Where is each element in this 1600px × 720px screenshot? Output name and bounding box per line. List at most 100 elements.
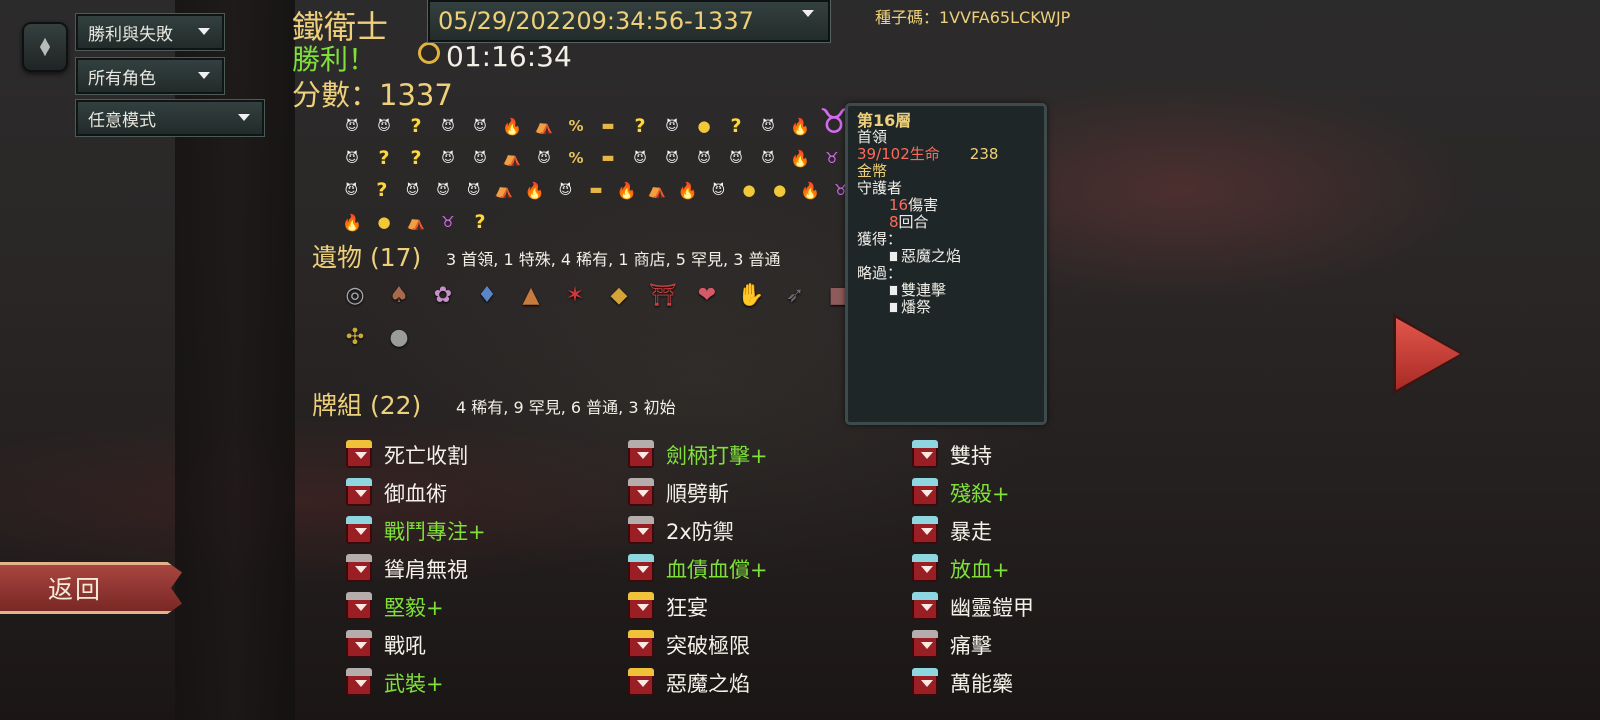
boss-node-icon[interactable]: ♉ [816,145,848,171]
deck-column: 死亡收割御血術戰鬥專注+ 聳肩無視 堅毅+ 戰吼 武裝+ [346,436,486,702]
treasure-node-icon[interactable]: ● [688,113,720,139]
deck-card-row[interactable]: 惡魔之焰 [628,664,768,702]
monster-node-icon[interactable]: 😈 [458,177,489,203]
deck-card-row[interactable]: 暴走 [912,512,1034,550]
deck-card-row[interactable]: 劍柄打擊+ [628,436,768,474]
mode-filter-dropdown[interactable]: 任意模式 [75,99,265,137]
vajra-relic-icon[interactable]: ✣ [336,318,374,356]
monster-node-icon[interactable]: 😈 [720,145,752,171]
monster-node-icon[interactable]: 😈 [688,145,720,171]
deck-card-row[interactable]: 幽靈鎧甲 [912,588,1034,626]
card-name: 御血術 [384,482,447,506]
boss-node-icon[interactable]: ♉ [432,209,464,235]
monster-node-icon[interactable]: 😈 [428,177,459,203]
next-run-arrow-button[interactable] [1396,318,1460,390]
candy-relic-icon[interactable]: ❤ [688,276,726,314]
deck-card-row[interactable]: 順劈斬 [628,474,768,512]
turnip-relic-icon[interactable]: ✿ [424,276,462,314]
card-rarity-icon [912,592,938,620]
unknown-node-icon[interactable]: ? [624,113,656,139]
elite-node-icon[interactable]: 🔥 [784,145,816,171]
return-button[interactable]: 返回 [0,562,182,614]
chest-node-icon[interactable]: ▬ [581,177,612,203]
treasure-node-icon[interactable]: ● [734,177,765,203]
sidebar-toggle-button[interactable] [22,22,68,72]
character-filter-dropdown[interactable]: 所有角色 [75,57,225,95]
monster-node-icon[interactable]: 😈 [703,177,734,203]
chest-node-icon[interactable]: ▬ [592,113,624,139]
deck-card-row[interactable]: 殘殺+ [912,474,1034,512]
deck-card-row[interactable]: 堅毅+ [346,588,486,626]
tooltip-obtained-label: 獲得： [857,230,903,248]
unknown-node-icon[interactable]: ? [367,177,398,203]
elite-node-icon[interactable]: 🔥 [673,177,704,203]
run-select-dropdown[interactable]: 05/29/202209:34:56-1337 [427,0,831,43]
unknown-node-icon[interactable]: ? [400,113,432,139]
stone-relic-icon[interactable]: ● [380,318,418,356]
deck-card-row[interactable]: 御血術 [346,474,486,512]
deck-card-row[interactable]: 狂宴 [628,588,768,626]
elite-node-icon[interactable]: 🔥 [611,177,642,203]
rest-node-icon[interactable]: ⛺ [642,177,673,203]
unknown-node-icon[interactable]: ? [368,145,400,171]
bag-relic-icon[interactable]: ♦ [468,276,506,314]
monster-node-icon[interactable]: 😈 [656,113,688,139]
deck-card-row[interactable]: 放血+ [912,550,1034,588]
tooltip-turns-label: 回合 [898,213,929,231]
deck-card-row[interactable]: 死亡收割 [346,436,486,474]
monster-node-icon[interactable]: 😈 [432,145,464,171]
monster-node-icon[interactable]: 😈 [336,177,367,203]
unknown-node-icon[interactable]: ? [720,113,752,139]
outcome-filter-dropdown[interactable]: 勝利與失敗 [75,13,225,51]
shop-node-icon[interactable]: % [560,113,592,139]
rest-node-icon[interactable]: ⛺ [489,177,520,203]
deck-card-row[interactable]: 戰鬥專注+ [346,512,486,550]
rest-node-icon[interactable]: ⛺ [528,113,560,139]
rest-node-icon[interactable]: ⛺ [400,209,432,235]
monster-node-icon[interactable]: 😈 [432,113,464,139]
claw-relic-icon[interactable]: ✋ [732,276,770,314]
monster-node-icon[interactable]: 😈 [752,113,784,139]
shop-node-icon[interactable]: % [560,145,592,171]
deck-card-row[interactable]: 痛擊 [912,626,1034,664]
deck-card-row[interactable]: 雙持 [912,436,1034,474]
deck-card-row[interactable]: 突破極限 [628,626,768,664]
monster-node-icon[interactable]: 😈 [397,177,428,203]
treasure-node-icon[interactable]: ● [764,177,795,203]
deck-card-row[interactable]: 2x防禦 [628,512,768,550]
kunai-relic-icon[interactable]: ➶ [776,276,814,314]
deck-card-row[interactable]: 武裝+ [346,664,486,702]
monster-node-icon[interactable]: 😈 [336,145,368,171]
ring-relic-icon[interactable]: ◎ [336,276,374,314]
monster-node-icon[interactable]: 😈 [464,113,496,139]
elite-node-icon[interactable]: 🔥 [336,209,368,235]
deck-column: 雙持 殘殺+ 暴走 放血+ 幽靈鎧甲 痛擊 萬能藥 [912,436,1034,702]
unknown-node-icon[interactable]: ? [464,209,496,235]
monster-node-icon[interactable]: 😈 [336,113,368,139]
monster-node-icon[interactable]: 😈 [550,177,581,203]
hat-relic-icon[interactable]: ♠ [380,276,418,314]
horn-relic-icon[interactable]: ✶ [556,276,594,314]
pyramid-relic-icon[interactable]: ▲ [512,276,550,314]
deck-card-row[interactable]: 萬能藥 [912,664,1034,702]
monster-node-icon[interactable]: 😈 [752,145,784,171]
monster-node-icon[interactable]: 😈 [656,145,688,171]
monster-node-icon[interactable]: 😈 [368,113,400,139]
deck-card-row[interactable]: 戰吼 [346,626,486,664]
torii-relic-icon[interactable]: ⛩ [644,276,682,314]
elite-node-icon[interactable]: 🔥 [496,113,528,139]
deck-card-row[interactable]: 血債血償+ [628,550,768,588]
monster-node-icon[interactable]: 😈 [528,145,560,171]
elite-node-icon[interactable]: 🔥 [795,177,826,203]
shield-relic-icon[interactable]: ◆ [600,276,638,314]
monster-node-icon[interactable]: 😈 [464,145,496,171]
rest-node-icon[interactable]: ⛺ [496,145,528,171]
tooltip-gold-value: 238 [969,145,999,163]
deck-card-row[interactable]: 聳肩無視 [346,550,486,588]
elite-node-icon[interactable]: 🔥 [520,177,551,203]
unknown-node-icon[interactable]: ? [400,145,432,171]
deck-summary: 4 稀有, 9 罕見, 6 普通, 3 初始 [456,398,676,417]
treasure-node-icon[interactable]: ● [368,209,400,235]
monster-node-icon[interactable]: 😈 [624,145,656,171]
chest-node-icon[interactable]: ▬ [592,145,624,171]
